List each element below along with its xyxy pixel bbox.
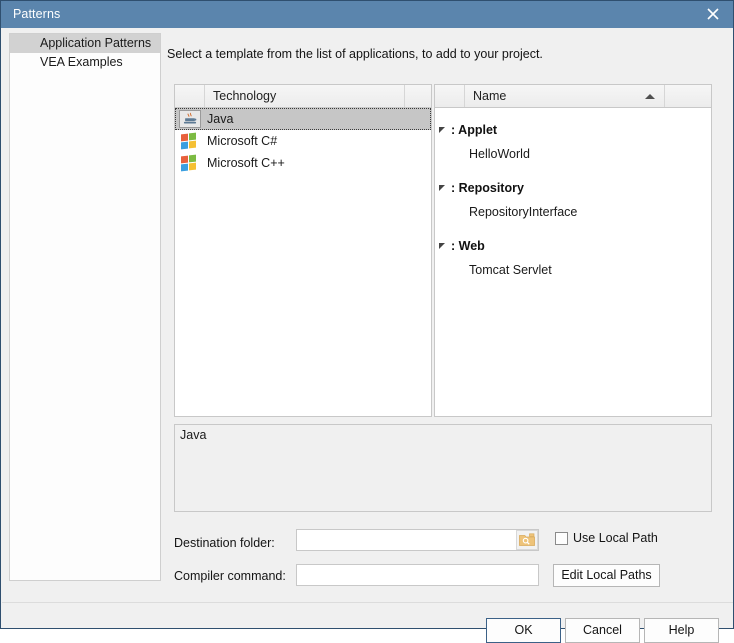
- dialog-body: Application Patterns VEA Examples Select…: [2, 28, 733, 643]
- group-header-web[interactable]: : Web: [435, 234, 711, 258]
- technology-header-row: Technology: [175, 85, 431, 108]
- table-row[interactable]: Java: [175, 108, 431, 130]
- table-row[interactable]: Microsoft C++: [175, 152, 431, 174]
- sidebar-item-application-patterns[interactable]: Application Patterns: [10, 34, 160, 53]
- sidebar-item-vea-examples[interactable]: VEA Examples: [10, 53, 160, 72]
- technology-column-header[interactable]: Technology: [205, 85, 405, 107]
- name-header-row: Name: [435, 85, 711, 108]
- use-local-path-label: Use Local Path: [573, 531, 658, 545]
- browse-folder-button[interactable]: [516, 530, 538, 550]
- cancel-button-label: Cancel: [583, 623, 622, 637]
- sidebar-item-label: Application Patterns: [40, 36, 152, 50]
- name-column-header[interactable]: Name: [465, 85, 665, 107]
- windows-icon: [179, 132, 201, 150]
- use-local-path-checkbox[interactable]: [555, 531, 568, 545]
- technology-row-label: Microsoft C++: [207, 156, 285, 170]
- group-header-label: : Applet: [451, 123, 498, 137]
- table-row[interactable]: Microsoft C#: [175, 130, 431, 152]
- name-column-header-label: Name: [473, 89, 507, 103]
- close-button[interactable]: [693, 1, 733, 28]
- compiler-command-label: Compiler command:: [174, 569, 286, 583]
- edit-local-paths-label: Edit Local Paths: [561, 568, 652, 582]
- ok-button-label: OK: [514, 623, 533, 637]
- technology-row-label: Java: [207, 112, 234, 126]
- java-icon: [179, 110, 201, 128]
- group-header-repository[interactable]: : Repository: [435, 176, 711, 200]
- windows-logo-icon: [181, 154, 197, 172]
- name-list-panel: Name : Applet HelloWorld : Repository Re…: [434, 84, 712, 417]
- footer-divider: [2, 602, 733, 603]
- technology-row-label: Microsoft C#: [207, 134, 278, 148]
- windows-logo-icon: [181, 132, 197, 150]
- technology-header-filler[interactable]: [405, 85, 431, 107]
- destination-folder-input[interactable]: [296, 529, 539, 551]
- expander-triangle-icon[interactable]: [439, 127, 445, 133]
- destination-folder-label: Destination folder:: [174, 536, 275, 550]
- expander-triangle-icon[interactable]: [439, 243, 445, 249]
- windows-icon: [179, 154, 201, 172]
- ok-button[interactable]: OK: [486, 618, 561, 643]
- list-item[interactable]: RepositoryInterface: [435, 200, 711, 224]
- instruction-text: Select a template from the list of appli…: [167, 47, 543, 61]
- expander-triangle-icon[interactable]: [439, 185, 445, 191]
- name-header-gutter[interactable]: [435, 85, 465, 107]
- java-cup-icon: [183, 112, 197, 124]
- help-button-label: Help: [668, 623, 695, 637]
- description-panel: Java: [174, 424, 712, 512]
- patterns-dialog: Patterns Application Patterns VEA Exampl…: [0, 0, 734, 643]
- description-text: Java: [180, 428, 207, 442]
- sidebar-item-label: VEA Examples: [40, 55, 123, 69]
- group-header-applet[interactable]: : Applet: [435, 118, 711, 142]
- close-icon: [707, 8, 719, 20]
- list-item[interactable]: Tomcat Servlet: [435, 258, 711, 282]
- technology-list-body: Java Microsoft C# Microsoft C++: [175, 108, 431, 416]
- title-bar: Patterns: [1, 1, 733, 28]
- list-item[interactable]: HelloWorld: [435, 142, 711, 166]
- group-header-label: : Web: [451, 239, 485, 253]
- technology-header-gutter[interactable]: [175, 85, 205, 107]
- help-button[interactable]: Help: [644, 618, 719, 643]
- sidebar: Application Patterns VEA Examples: [9, 33, 161, 581]
- cancel-button[interactable]: Cancel: [565, 618, 640, 643]
- group-header-label: : Repository: [451, 181, 524, 195]
- technology-list-panel: Technology Java Microsoft C# Microsoft C…: [174, 84, 432, 417]
- name-list-body: : Applet HelloWorld : Repository Reposit…: [435, 108, 711, 416]
- compiler-command-input[interactable]: [296, 564, 539, 586]
- edit-local-paths-button[interactable]: Edit Local Paths: [553, 564, 660, 587]
- folder-search-icon: [519, 533, 535, 546]
- window-title: Patterns: [13, 7, 61, 21]
- name-header-filler[interactable]: [665, 85, 711, 107]
- use-local-path-row: Use Local Path: [555, 531, 658, 545]
- sort-ascending-icon: [645, 94, 655, 99]
